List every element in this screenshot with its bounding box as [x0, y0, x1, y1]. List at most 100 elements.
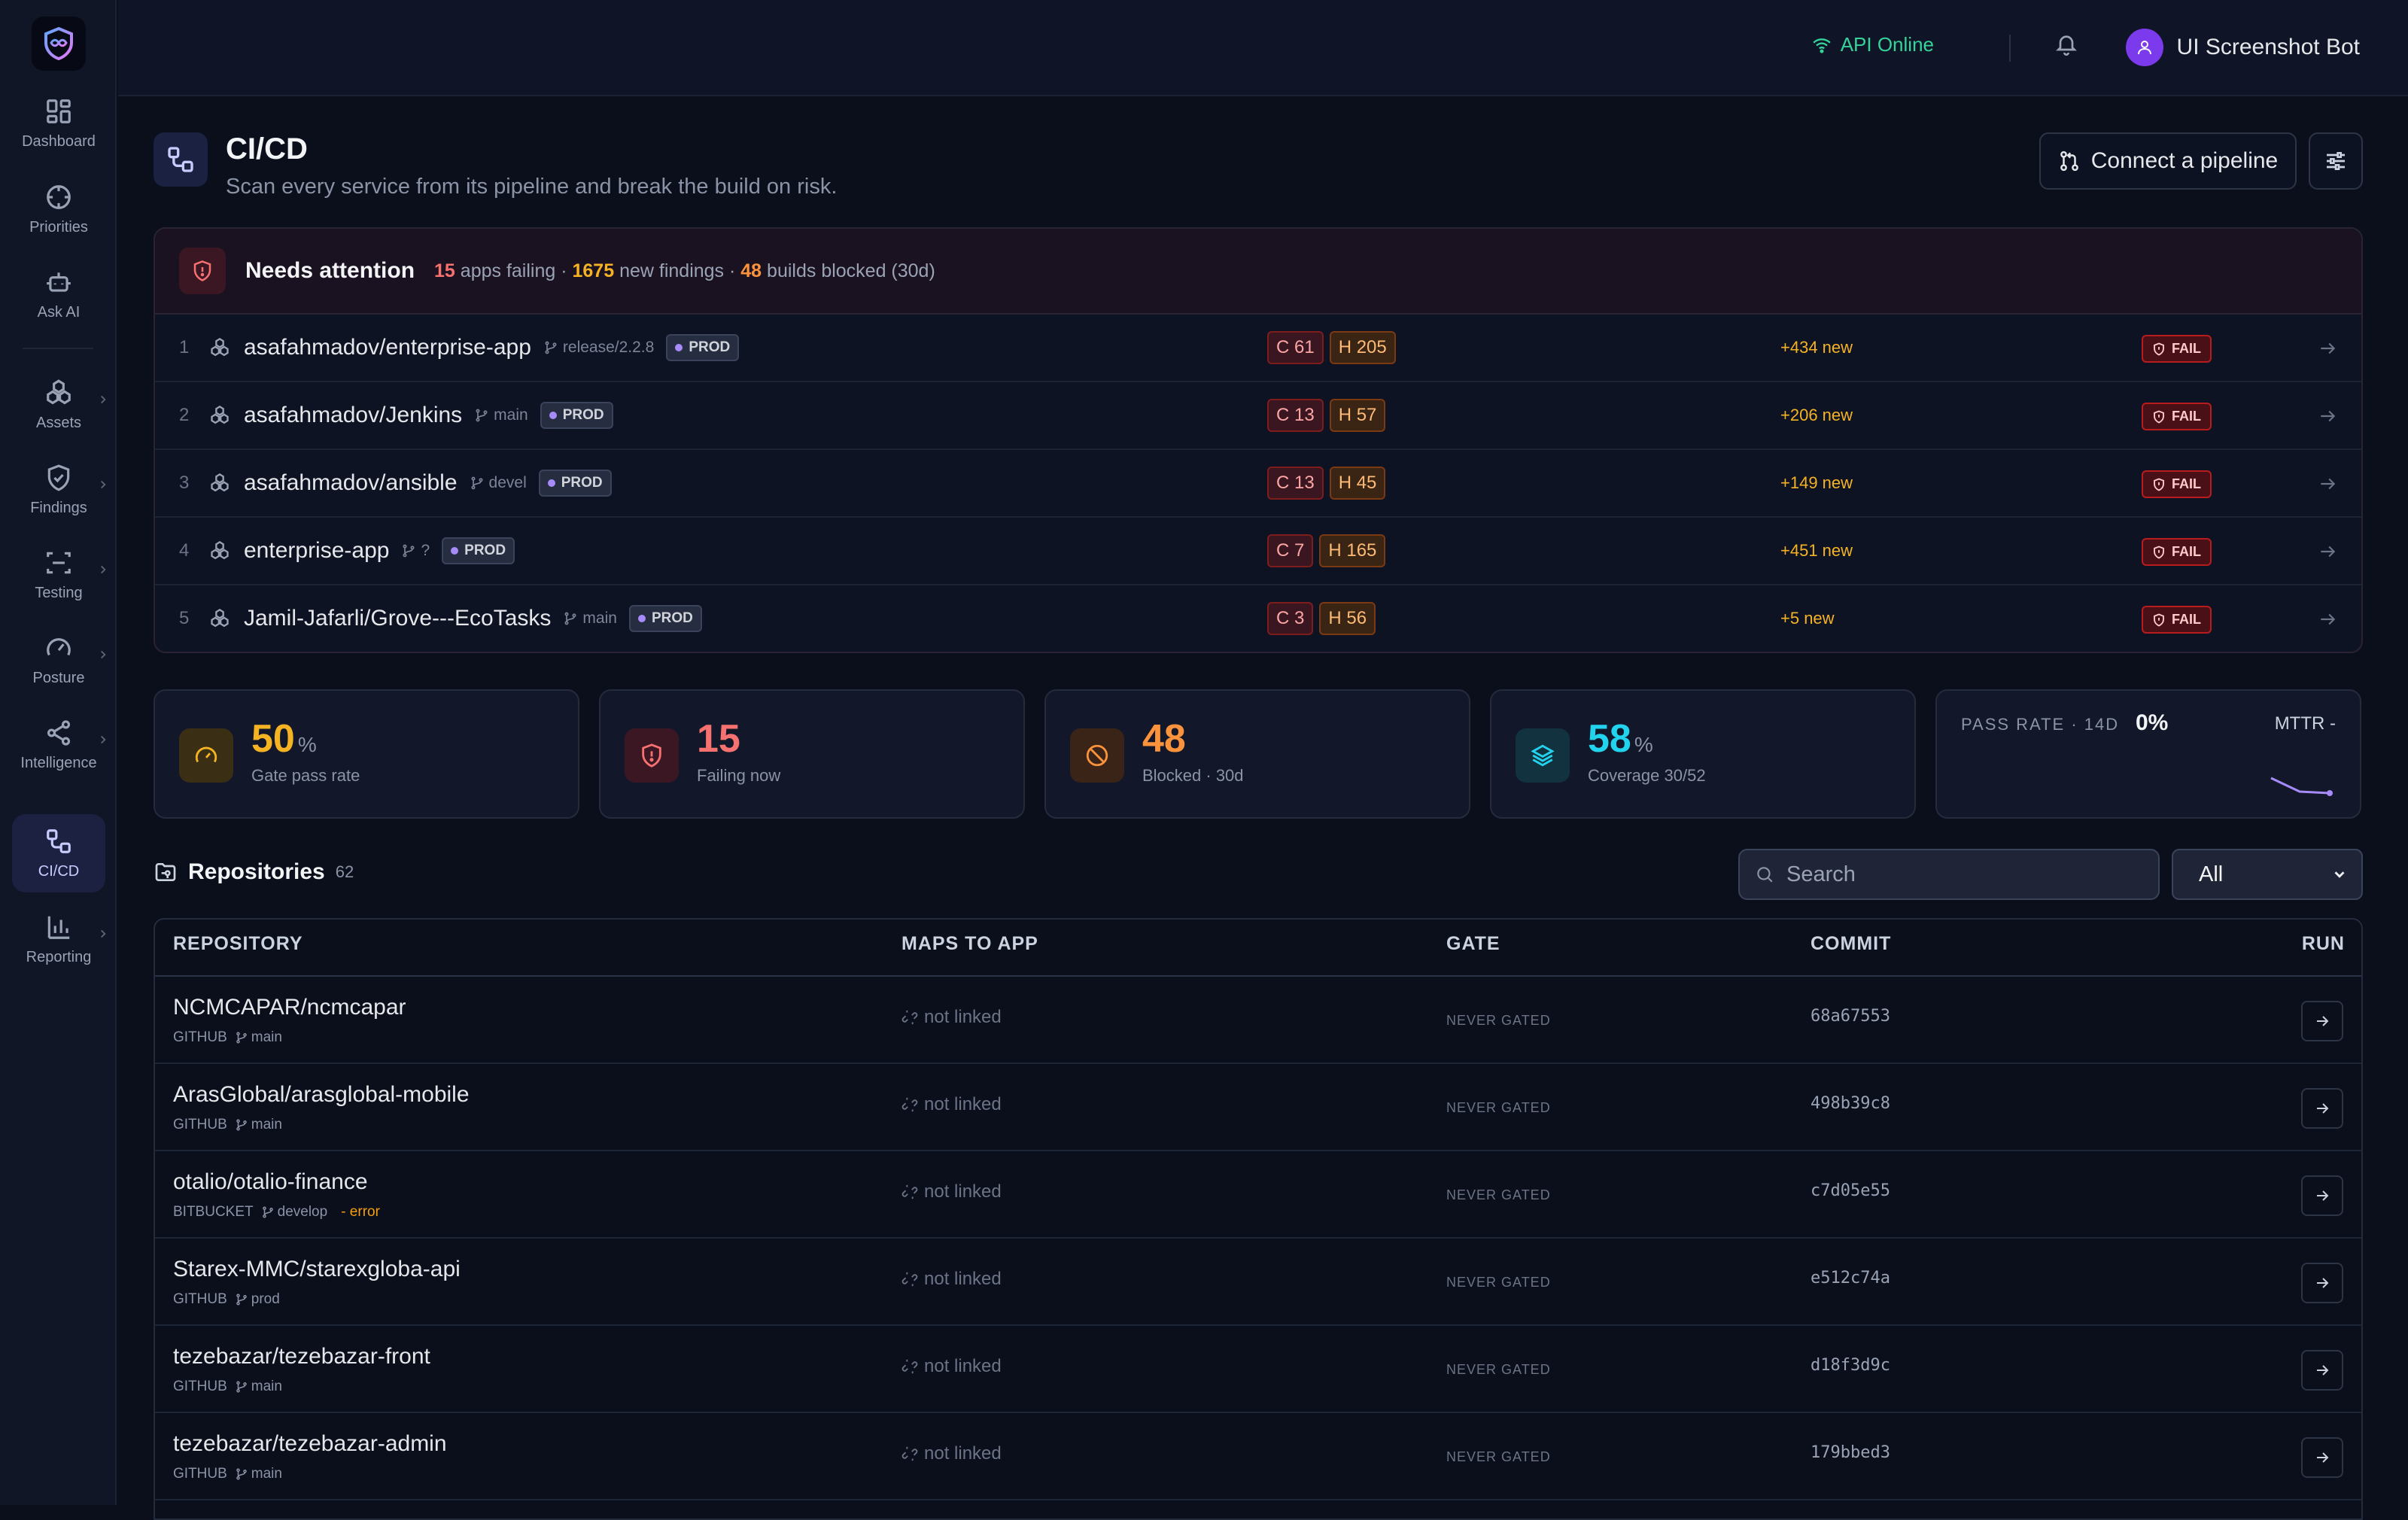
repo-branch: main [251, 1379, 282, 1394]
filter-select[interactable]: All [2172, 849, 2363, 900]
repo-name[interactable]: tezebazar/tezebazar-front [173, 1344, 430, 1370]
sidebar-item-cicd[interactable]: CI/CD [12, 814, 105, 892]
row-rank: 4 [179, 540, 190, 561]
run-button[interactable] [2301, 1263, 2343, 1303]
sidebar-item-assets[interactable]: Assets [12, 366, 106, 444]
table-row[interactable]: NCMCAPAR/ncmcapar GITHUB main not linked … [155, 977, 2361, 1064]
attention-row[interactable]: 4 enterprise-app ? PROD C 7 H 165 +451 n… [155, 518, 2361, 585]
git-branch-icon [236, 1119, 247, 1131]
search-box[interactable] [1738, 849, 2160, 900]
app-link-status[interactable]: not linked [901, 1269, 1002, 1290]
stat-label: Failing now [697, 766, 781, 785]
table-row[interactable]: tezebazar/tezebazar-front GITHUB main not… [155, 1326, 2361, 1413]
run-button[interactable] [2301, 1437, 2343, 1478]
page-subtitle: Scan every service from its pipeline and… [226, 175, 838, 199]
app-link-status[interactable]: not linked [901, 1094, 1002, 1115]
attention-row[interactable]: 2 asafahmadov/Jenkins main PROD C 13 H 5… [155, 382, 2361, 450]
severity-counts: C 3 H 56 [1267, 602, 1376, 635]
column-header[interactable]: REPOSITORY [173, 933, 303, 955]
arrow-right-icon[interactable] [2318, 474, 2337, 494]
attention-row[interactable]: 1 asafahmadov/enterprise-app release/2.2… [155, 315, 2361, 382]
repo-name[interactable]: ArasGlobal/arasglobal-mobile [173, 1082, 470, 1108]
app-link-label: not linked [924, 1094, 1002, 1114]
arrow-right-icon[interactable] [2318, 610, 2337, 629]
sidebar-item-ask-ai[interactable]: Ask AI [12, 255, 105, 333]
new-findings: +149 new [1780, 473, 1853, 492]
column-header[interactable]: GATE [1446, 933, 1500, 955]
column-header[interactable]: RUN [2302, 933, 2345, 955]
arrow-right-icon[interactable] [2318, 339, 2337, 358]
run-button[interactable] [2301, 1001, 2343, 1041]
sidebar-item-label: Findings [30, 499, 87, 516]
sidebar-item-intelligence[interactable]: Intelligence [12, 706, 106, 784]
arrow-right-icon [2317, 1278, 2329, 1288]
commit-hash: c7d05e55 [1811, 1181, 1890, 1200]
table-row[interactable]: ArasGlobal/arasglobal-mobile GITHUB main … [155, 1064, 2361, 1151]
search-icon [1757, 867, 1773, 883]
run-button[interactable] [2301, 1175, 2343, 1216]
column-header[interactable]: COMMIT [1811, 933, 1891, 955]
app-logo[interactable] [32, 17, 86, 71]
branch: main [563, 610, 617, 628]
app-link-status[interactable]: not linked [901, 1007, 1002, 1028]
sidebar-item-testing[interactable]: Testing [12, 536, 106, 614]
commit-hash: 68a67553 [1811, 1007, 1890, 1026]
sidebar-item-label: Posture [32, 669, 85, 686]
attention-row[interactable]: 3 asafahmadov/ansible devel PROD C 13 H … [155, 450, 2361, 518]
run-button[interactable] [2301, 1350, 2343, 1391]
connect-pipeline-button[interactable]: Connect a pipeline [2039, 132, 2297, 190]
high-count: H 165 [1319, 534, 1386, 567]
gate-status: NEVER GATED [1446, 1100, 1551, 1115]
repo-name[interactable]: tezebazar/tezebazar-admin [173, 1431, 447, 1457]
run-button[interactable] [2301, 1088, 2343, 1129]
repo-name[interactable]: otalio/otalio-finance [173, 1169, 368, 1195]
high-count: H 45 [1329, 467, 1386, 500]
status-label: FAIL [2172, 544, 2201, 559]
row-rank: 3 [179, 473, 190, 493]
git-branch-icon [471, 476, 483, 490]
repo-provider: GITHUB [173, 1291, 227, 1307]
dashboard-icon [47, 99, 71, 123]
app-link-status[interactable]: not linked [901, 1356, 1002, 1377]
sidebar-item-reporting[interactable]: Reporting [12, 900, 106, 978]
arrow-right-icon[interactable] [2318, 542, 2337, 561]
table-row[interactable]: Starex-MMC/starexgloba-api GITHUB prod no… [155, 1239, 2361, 1326]
env-label: PROD [651, 610, 693, 626]
repo-provider: GITHUB [173, 1029, 227, 1045]
fail-badge: FAIL [2142, 470, 2212, 498]
stat-gate-pass-rate: 50% Gate pass rate [154, 689, 579, 819]
gate-status: NEVER GATED [1446, 1013, 1551, 1028]
repo-branch: main [251, 1029, 282, 1045]
chevron-right-icon [101, 395, 106, 404]
attention-row[interactable]: 5 Jamil-Jafarli/Grove---EcoTasks main PR… [155, 585, 2361, 652]
table-row[interactable]: otalio/otalio-finance BITBUCKET develop - … [155, 1151, 2361, 1239]
user-menu[interactable]: UI Screenshot Bot [2125, 29, 2360, 66]
notifications-button[interactable] [2054, 32, 2078, 56]
sidebar-item-dashboard[interactable]: Dashboard [12, 84, 105, 163]
settings-sliders-button[interactable] [2309, 132, 2363, 190]
sidebar-item-priorities[interactable]: Priorities [12, 170, 105, 248]
sidebar-item-posture[interactable]: Posture [12, 621, 106, 699]
stat-label: Blocked · 30d [1142, 766, 1244, 785]
shield-alert-icon [2154, 409, 2164, 424]
pass-rate-sparkline [2270, 777, 2333, 796]
new-findings-label: new findings · [619, 260, 736, 281]
sidebar-item-findings[interactable]: Findings [12, 451, 106, 529]
app-link-status[interactable]: not linked [901, 1443, 1002, 1464]
stat-icon [625, 728, 679, 783]
repo-name[interactable]: Starex-MMC/starexgloba-api [173, 1257, 461, 1282]
env-label: PROD [561, 475, 603, 491]
folder-git-icon [155, 863, 176, 881]
app-link-status[interactable]: not linked [901, 1181, 1002, 1202]
app-link-label: not linked [924, 1443, 1002, 1464]
arrow-right-icon[interactable] [2318, 406, 2337, 426]
repo-name[interactable]: NCMCAPAR/ncmcapar [173, 995, 406, 1020]
search-input[interactable] [1786, 862, 2133, 887]
stat-icon [1516, 728, 1570, 783]
column-header[interactable]: MAPS TO APP [901, 933, 1038, 955]
apps-failing-count: 15 [434, 260, 455, 281]
app-info: Jamil-Jafarli/Grove---EcoTasks main PROD [244, 605, 702, 632]
bell-icon [2056, 35, 2077, 56]
stat-pass-rate-14d: PASS RATE · 14D 0% MTTR - [1935, 689, 2361, 819]
table-row[interactable]: tezebazar/tezebazar-admin GITHUB main not… [155, 1413, 2361, 1500]
